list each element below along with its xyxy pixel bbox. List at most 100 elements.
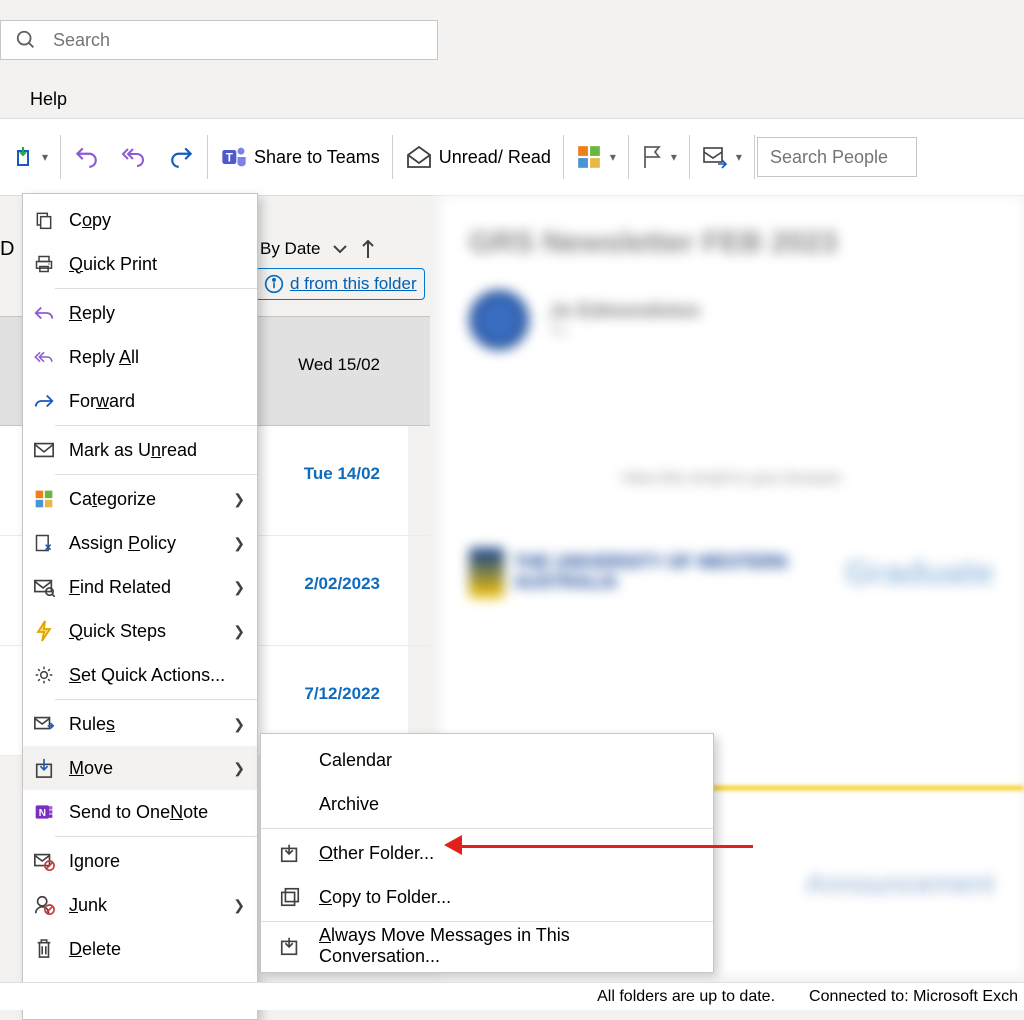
envelope-open-icon [405, 145, 433, 169]
header-cut-letter: D [0, 238, 14, 261]
reply-icon [33, 302, 55, 324]
move-to-folder-icon [279, 842, 301, 864]
menu-find-related[interactable]: Find Related❯ [23, 565, 257, 609]
menu-label: Categorize [69, 489, 156, 510]
menu-set-quick-actions[interactable]: Set Quick Actions... [23, 653, 257, 697]
chevron-right-icon: ❯ [233, 760, 245, 777]
search-people-input[interactable] [768, 146, 906, 169]
info-link-text: d from this folder [290, 274, 417, 294]
chevron-right-icon: ❯ [233, 623, 245, 640]
copy-folder-icon [279, 886, 301, 908]
sort-arrow-up-icon[interactable] [360, 238, 376, 260]
chevron-right-icon: ❯ [233, 535, 245, 552]
submenu-label: Always Move Messages in This Conversatio… [319, 925, 695, 967]
menu-assign-policy[interactable]: Assign Policy❯ [23, 521, 257, 565]
info-icon [264, 274, 284, 294]
separator [55, 474, 257, 475]
menu-mark-unread[interactable]: Mark as Unread [23, 428, 257, 472]
menu-label: Junk [69, 895, 107, 916]
menu-label: Ignore [69, 851, 120, 872]
ignore-icon [33, 850, 55, 872]
forward-icon [33, 390, 55, 412]
separator [261, 921, 713, 922]
always-move[interactable]: Always Move Messages in This Conversatio… [261, 924, 713, 968]
uwa-text: THE UNIVERSITY OF WESTERN AUSTRALIA [514, 553, 845, 593]
redo-icon [169, 144, 195, 170]
menu-reply-all[interactable]: Reply All [23, 335, 257, 379]
menu-label: Copy [69, 210, 111, 231]
copy-to-folder[interactable]: Copy to Folder... [261, 875, 713, 919]
to-label: To [549, 323, 700, 341]
onenote-icon: N [33, 801, 55, 823]
search-input[interactable] [51, 29, 423, 52]
menu-label: Move [69, 758, 113, 779]
move-submenu: Calendar Archive Other Folder... Copy to… [260, 733, 714, 973]
search-icon [15, 29, 37, 51]
status-connected: Connected to: Microsoft Exch [809, 988, 1018, 1006]
copy-icon [33, 209, 55, 231]
teams-icon: T [220, 143, 248, 171]
move-calendar[interactable]: Calendar [261, 738, 713, 782]
move-archive[interactable]: Archive [261, 782, 713, 826]
menu-forward[interactable]: Forward [23, 379, 257, 423]
help-tab[interactable]: Help [0, 80, 1024, 118]
separator [60, 135, 61, 179]
ribbon: ▾ T Share to Teams Unread/ Read ▾ ▾ ▾ [0, 118, 1024, 196]
chevron-right-icon: ❯ [233, 716, 245, 733]
unread-read-button[interactable]: Unread/ Read [395, 119, 561, 195]
categories-icon [576, 144, 602, 170]
bolt-icon [33, 620, 55, 642]
flag-button[interactable]: ▾ [631, 119, 687, 195]
menu-label: Reply [69, 303, 115, 324]
submenu-label: Other Folder... [319, 843, 434, 864]
menu-label: Send to OneNote [69, 802, 208, 823]
share-teams-button[interactable]: T Share to Teams [210, 119, 390, 195]
chevron-down-icon: ▾ [610, 150, 616, 164]
avatar [469, 290, 529, 350]
menu-reply[interactable]: Reply [23, 291, 257, 335]
menu-copy[interactable]: Copy [23, 198, 257, 242]
categories-button[interactable]: ▾ [566, 119, 626, 195]
menu-label: Quick Steps [69, 621, 166, 642]
status-folders: All folders are up to date. [597, 988, 775, 1006]
redo-button[interactable] [159, 119, 205, 195]
blank-icon [279, 793, 301, 815]
move-other-folder[interactable]: Other Folder... [261, 831, 713, 875]
separator [261, 828, 713, 829]
menu-onenote[interactable]: N Send to OneNote [23, 790, 257, 834]
sender-name: Jo Edmondston [549, 300, 700, 323]
envelope-icon [33, 439, 55, 461]
chevron-right-icon: ❯ [233, 579, 245, 596]
search-people[interactable] [757, 137, 917, 177]
delete-icon [33, 938, 55, 960]
menu-ignore[interactable]: Ignore [23, 839, 257, 883]
unread-read-label: Unread/ Read [439, 147, 551, 168]
menu-junk[interactable]: Junk❯ [23, 883, 257, 927]
search-bar[interactable] [0, 20, 438, 60]
view-link: View this email in your browser [469, 470, 994, 488]
menu-delete[interactable]: Delete [23, 927, 257, 971]
chevron-down-icon: ▾ [671, 150, 677, 164]
undo-button[interactable] [63, 119, 109, 195]
undo-all-button[interactable] [109, 119, 159, 195]
menu-label: Mark as Unread [69, 440, 197, 461]
print-icon [33, 253, 55, 275]
sort-bar[interactable]: By Date [260, 238, 376, 260]
submenu-label: Copy to Folder... [319, 887, 451, 908]
menu-label: Reply All [69, 347, 139, 368]
submenu-label: Calendar [319, 750, 392, 771]
menu-label: Forward [69, 391, 135, 412]
menu-categorize[interactable]: Categorize❯ [23, 477, 257, 521]
rules-icon [33, 713, 55, 735]
folder-info-banner[interactable]: d from this folder [255, 268, 425, 300]
menu-rules[interactable]: Rules❯ [23, 702, 257, 746]
gear-icon [33, 664, 55, 686]
send-receive-button[interactable]: ▾ [692, 119, 752, 195]
menu-move[interactable]: Move ❯ [23, 746, 257, 790]
ribbon-dropdown-1[interactable]: ▾ [6, 119, 58, 195]
menu-quick-steps[interactable]: Quick Steps ❯ [23, 609, 257, 653]
categories-icon [33, 488, 55, 510]
svg-text:N: N [39, 808, 46, 819]
menu-quick-print[interactable]: Quick Print [23, 242, 257, 286]
flag-icon [641, 144, 663, 170]
